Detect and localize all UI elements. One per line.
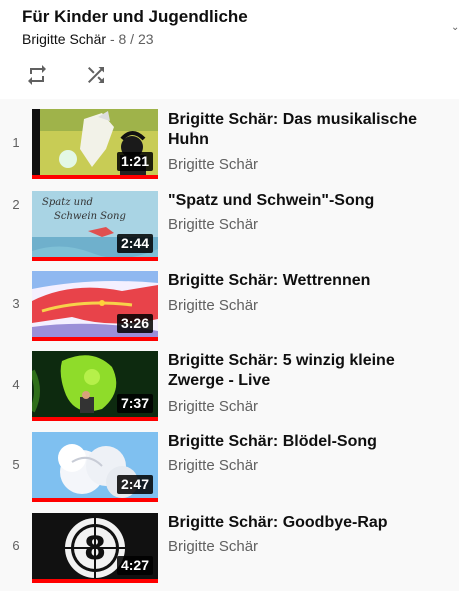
loop-icon [28,65,46,85]
video-channel[interactable]: Brigitte Schär [168,216,258,233]
shuffle-button[interactable] [79,58,113,92]
loop-button[interactable] [20,58,54,92]
collapse-icon[interactable]: ⌄ [451,23,459,33]
playlist-item[interactable]: 6 8 4:27 Brigitte Schär: Goodbye-Rap Bri… [0,503,459,583]
playlist-items: 1 1:21 Brigitte Schär: Das musikalische … [0,99,459,591]
item-index: 2 [12,197,20,212]
video-title[interactable]: Brigitte Schär: Wettrennen [168,271,453,291]
playlist-header: Für Kinder und Jugendliche Brigitte Schä… [0,0,459,99]
video-thumbnail[interactable]: 7:37 [32,351,158,421]
video-channel[interactable]: Brigitte Schär [168,156,258,173]
playlist-owner-link[interactable]: Brigitte Schär [22,31,106,47]
video-channel[interactable]: Brigitte Schär [168,297,258,314]
video-channel[interactable]: Brigitte Schär [168,538,258,555]
watch-progress-bar [32,498,158,502]
video-title[interactable]: "Spatz und Schwein"-Song [168,191,453,211]
video-thumbnail[interactable]: 1:21 [32,109,158,179]
video-thumbnail[interactable]: 8 4:27 [32,513,158,583]
playlist-title[interactable]: Für Kinder und Jugendliche [22,7,248,27]
video-channel[interactable]: Brigitte Schär [168,398,258,415]
item-index: 1 [12,135,20,150]
shuffle-icon [88,67,104,83]
video-duration: 1:21 [116,152,153,171]
item-index: 3 [12,296,20,311]
playlist-item[interactable]: 4 7:37 Brigitte Schär: 5 winzig kleine Z… [0,341,459,421]
video-duration: 2:47 [116,475,153,494]
video-title[interactable]: Brigitte Schär: 5 winzig kleine Zwerge -… [168,351,453,391]
video-title[interactable]: Brigitte Schär: Goodbye-Rap [168,513,453,533]
item-index: 6 [12,538,20,553]
thumbnail-text-1: Spatz und [42,197,93,208]
video-duration: 7:37 [116,394,153,413]
playlist-item[interactable]: 3 3:26 Brigitte Schär: Wettrennen Brigit… [0,260,459,341]
video-thumbnail[interactable]: 3:26 [32,271,158,341]
playlist-item[interactable]: 1 1:21 Brigitte Schär: Das musikalische … [0,99,459,179]
item-index: 4 [12,377,20,392]
thumbnail-text-2: Schwein Song [54,211,126,222]
playlist-item[interactable]: 5 2:47 Brigitte Schär: Blödel-Song Brigi… [0,422,459,502]
watch-progress-bar [32,579,158,583]
watch-progress-bar [32,417,158,421]
video-duration: 2:44 [116,234,153,253]
video-thumbnail[interactable]: 2:47 [32,432,158,502]
thumbnail-countdown-number: 8 [84,529,106,567]
video-duration: 4:27 [116,556,153,575]
video-title[interactable]: Brigitte Schär: Blödel-Song [168,432,453,452]
playlist-item[interactable]: 2 Spatz und Schwein Song 2:44 "Spatz und… [0,179,459,261]
item-index: 5 [12,457,20,472]
video-title[interactable]: Brigitte Schär: Das musikalische Huhn [168,110,453,150]
video-thumbnail[interactable]: Spatz und Schwein Song 2:44 [32,191,158,261]
video-channel[interactable]: Brigitte Schär [168,457,258,474]
playlist-subtitle: Brigitte Schär - 8 / 23 [22,31,154,47]
video-duration: 3:26 [116,314,153,333]
playlist-position: - 8 / 23 [109,31,154,47]
